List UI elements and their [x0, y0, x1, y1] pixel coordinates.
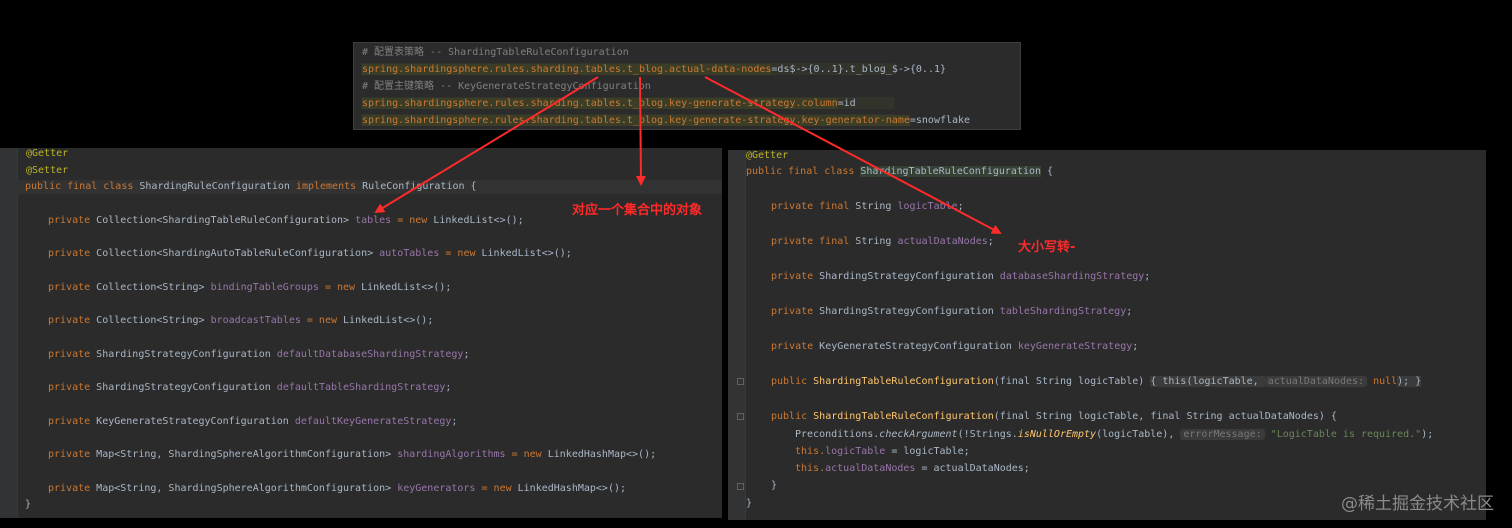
constructor-close-brace: } [771, 480, 778, 491]
fold-toggle-icon[interactable] [737, 378, 744, 385]
yaml-line-actual-data-nodes[interactable]: spring.shardingsphere.rules.sharding.tab… [362, 64, 946, 76]
precondition-check: Preconditions.checkArgument(!Strings.isN… [795, 429, 1434, 440]
fold-toggle-icon[interactable] [737, 413, 744, 420]
field-logic-table: private final String logicTable; [771, 201, 964, 212]
yaml-comment-table-strategy: # 配置表策略 -- ShardingTableRuleConfiguratio… [362, 47, 629, 58]
editor-gutter [728, 150, 746, 520]
watermark: @稀土掘金技术社区 [1341, 494, 1494, 514]
getter-annotation: @Getter [746, 150, 789, 161]
field-default-table-sharding-strategy: private ShardingStrategyConfiguration de… [48, 382, 452, 393]
yaml-line-key-generator-name[interactable]: spring.shardingsphere.rules.sharding.tab… [362, 115, 970, 127]
setter-annotation: @Setter [26, 165, 69, 176]
yaml-properties-editor[interactable]: # 配置表策略 -- ShardingTableRuleConfiguratio… [353, 42, 1021, 130]
param-hint: errorMessage: [1180, 429, 1265, 440]
getter-annotation: @Getter [26, 148, 69, 159]
field-broadcast-tables: private Collection<String> broadcastTabl… [48, 315, 434, 326]
field-tables: private Collection<ShardingTableRuleConf… [48, 215, 524, 226]
field-table-sharding-strategy: private ShardingStrategyConfiguration ta… [771, 306, 1133, 317]
case-conversion-note: 大小写转- [1018, 240, 1076, 255]
constructor-two-args: public ShardingTableRuleConfiguration(fi… [771, 411, 1337, 422]
field-key-generate-strategy: private KeyGenerateStrategyConfiguration… [771, 341, 1139, 352]
yaml-line-key-column[interactable]: spring.shardingsphere.rules.sharding.tab… [362, 98, 856, 110]
field-default-database-sharding-strategy: private ShardingStrategyConfiguration de… [48, 349, 470, 360]
fold-toggle-icon[interactable] [737, 483, 744, 490]
editor-sharding-table-rule-configuration[interactable]: @Getter public final class ShardingTable… [728, 150, 1486, 520]
class-declaration: public final class ShardingTableRuleConf… [746, 166, 1054, 177]
yaml-comment-key-strategy: # 配置主键策略 -- KeyGenerateStrategyConfigura… [362, 81, 651, 92]
editor-gutter [0, 148, 18, 518]
field-default-key-generate-strategy: private KeyGenerateStrategyConfiguration… [48, 416, 458, 427]
collection-object-note: 对应一个集合中的对象 [572, 203, 703, 218]
field-auto-tables: private Collection<ShardingAutoTableRule… [48, 248, 572, 259]
constructor-single-arg: public ShardingTableRuleConfiguration(fi… [771, 376, 1422, 387]
assign-logic-table: this.logicTable = logicTable; [795, 446, 970, 457]
field-actual-data-nodes: private final String actualDataNodes; [771, 236, 994, 247]
field-binding-table-groups: private Collection<String> bindingTableG… [48, 282, 452, 293]
param-hint: actualDataNodes: [1264, 376, 1368, 387]
field-sharding-algorithms: private Map<String, ShardingSphereAlgori… [48, 449, 657, 460]
class-close-brace: } [746, 498, 753, 509]
field-database-sharding-strategy: private ShardingStrategyConfiguration da… [771, 271, 1151, 282]
assign-actual-data-nodes: this.actualDataNodes = actualDataNodes; [795, 463, 1030, 474]
field-key-generators: private Map<String, ShardingSphereAlgori… [48, 483, 627, 494]
class-close-brace: } [25, 499, 32, 510]
class-declaration: public final class ShardingRuleConfigura… [25, 181, 477, 192]
